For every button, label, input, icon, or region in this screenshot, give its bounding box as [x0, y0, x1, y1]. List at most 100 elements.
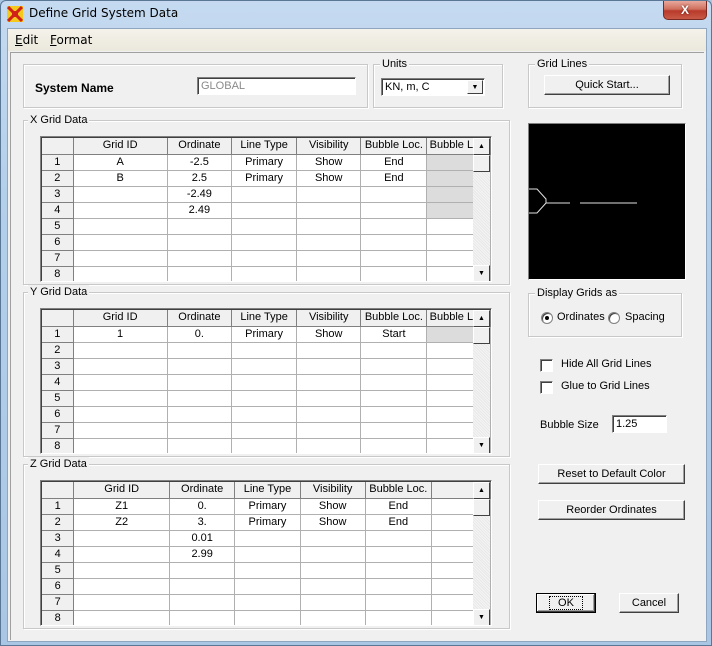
grid-cell[interactable]: 0.01 [169, 530, 236, 547]
x-grid-scrollbar[interactable]: ▲ ▼ [473, 138, 490, 281]
grid-cell[interactable] [231, 390, 298, 407]
grid-cell[interactable] [231, 358, 298, 375]
column-header[interactable]: Bubble Loc. [360, 138, 428, 155]
grid-cell[interactable] [73, 390, 168, 407]
grid-cell[interactable] [167, 406, 233, 423]
row-header[interactable]: 7 [42, 594, 75, 611]
grid-cell[interactable] [360, 422, 428, 439]
grid-cell[interactable]: 1 [73, 326, 168, 343]
column-header[interactable]: Grid ID [73, 310, 168, 327]
grid-cell[interactable]: Show [300, 514, 366, 531]
system-name-field[interactable]: GLOBAL [197, 77, 356, 95]
grid-cell[interactable] [231, 218, 298, 235]
grid-cell[interactable] [73, 250, 168, 267]
grid-cell[interactable] [296, 202, 362, 219]
row-header[interactable]: 3 [42, 186, 74, 203]
grid-cell[interactable] [73, 546, 171, 563]
glue-to-grid-lines-label[interactable]: Glue to Grid Lines [561, 380, 650, 392]
scroll-up-icon[interactable]: ▲ [473, 310, 490, 327]
grid-cell[interactable] [360, 342, 428, 359]
row-header[interactable]: 6 [42, 578, 75, 595]
row-header[interactable]: 1 [42, 498, 75, 515]
menu-edit[interactable]: Edit [15, 33, 38, 47]
grid-cell[interactable]: End [360, 154, 428, 171]
column-header[interactable]: Visibility [296, 138, 362, 155]
grid-cell[interactable] [231, 234, 298, 251]
scroll-up-icon[interactable]: ▲ [473, 138, 490, 155]
grid-cell[interactable] [234, 610, 301, 625]
grid-cell[interactable] [296, 422, 362, 439]
grid-cell[interactable] [231, 406, 298, 423]
row-header[interactable]: 3 [42, 530, 75, 547]
column-header[interactable]: Ordinate [167, 138, 233, 155]
spacing-radio-label[interactable]: Spacing [625, 311, 665, 323]
grid-cell[interactable] [360, 218, 428, 235]
grid-cell[interactable] [300, 530, 366, 547]
grid-cell[interactable] [231, 422, 298, 439]
row-header[interactable]: 5 [42, 390, 74, 407]
grid-cell[interactable] [360, 406, 428, 423]
grid-cell[interactable] [360, 358, 428, 375]
grid-cell[interactable] [296, 390, 362, 407]
grid-cell[interactable] [296, 358, 362, 375]
grid-cell[interactable] [167, 250, 233, 267]
grid-cell[interactable]: Show [300, 498, 366, 515]
grid-cell[interactable] [167, 422, 233, 439]
grid-cell[interactable] [360, 186, 428, 203]
grid-cell[interactable] [360, 438, 428, 453]
grid-cell[interactable]: -2.5 [167, 154, 233, 171]
grid-cell[interactable] [167, 438, 233, 453]
grid-cell[interactable] [169, 610, 236, 625]
row-header[interactable]: 1 [42, 154, 74, 171]
scroll-down-icon[interactable]: ▼ [473, 437, 490, 453]
grid-cell[interactable] [296, 234, 362, 251]
grid-cell[interactable] [296, 342, 362, 359]
ordinates-radio[interactable] [541, 312, 553, 324]
grid-cell[interactable] [360, 374, 428, 391]
spacing-radio[interactable] [608, 312, 620, 324]
grid-cell[interactable]: End [365, 514, 432, 531]
quick-start-button[interactable]: Quick Start... [544, 75, 670, 95]
grid-cell[interactable]: Show [296, 326, 362, 343]
scroll-thumb[interactable] [473, 327, 490, 344]
grid-cell[interactable] [73, 374, 168, 391]
grid-cell[interactable] [73, 562, 171, 579]
column-header[interactable]: Ordinate [169, 482, 236, 499]
column-header[interactable]: Bubble Loc. [365, 482, 432, 499]
scroll-down-icon[interactable]: ▼ [473, 609, 490, 625]
grid-cell[interactable] [360, 202, 428, 219]
grid-cell[interactable]: Show [296, 154, 362, 171]
row-header[interactable]: 2 [42, 170, 74, 187]
reset-default-color-button[interactable]: Reset to Default Color [538, 464, 685, 484]
grid-cell[interactable] [365, 546, 432, 563]
row-header[interactable]: 7 [42, 422, 74, 439]
bubble-size-field[interactable]: 1.25 [612, 415, 667, 433]
grid-cell[interactable] [73, 234, 168, 251]
grid-cell[interactable] [300, 594, 366, 611]
row-header[interactable]: 8 [42, 266, 74, 281]
reorder-ordinates-button[interactable]: Reorder Ordinates [538, 500, 685, 520]
column-header[interactable]: Visibility [300, 482, 366, 499]
grid-cell[interactable] [296, 186, 362, 203]
y-grid-scrollbar[interactable]: ▲ ▼ [473, 310, 490, 453]
grid-cell[interactable] [360, 266, 428, 281]
z-grid-scrollbar[interactable]: ▲ ▼ [473, 482, 490, 625]
column-header[interactable]: Line Type [234, 482, 301, 499]
grid-cell[interactable] [296, 250, 362, 267]
grid-cell[interactable] [73, 266, 168, 281]
ordinates-radio-label[interactable]: Ordinates [557, 311, 605, 323]
grid-cell[interactable]: 2.49 [167, 202, 233, 219]
grid-cell[interactable] [73, 438, 168, 453]
column-header[interactable]: Line Type [231, 138, 298, 155]
grid-cell[interactable] [296, 266, 362, 281]
grid-cell[interactable] [73, 218, 168, 235]
grid-cell[interactable] [360, 250, 428, 267]
grid-cell[interactable] [234, 578, 301, 595]
grid-cell[interactable]: Primary [234, 514, 301, 531]
grid-cell[interactable]: 0. [167, 326, 233, 343]
grid-cell[interactable] [73, 530, 171, 547]
ok-button[interactable]: OK [536, 593, 596, 613]
column-header[interactable]: Visibility [296, 310, 362, 327]
grid-cell[interactable] [234, 546, 301, 563]
row-header[interactable]: 5 [42, 562, 75, 579]
